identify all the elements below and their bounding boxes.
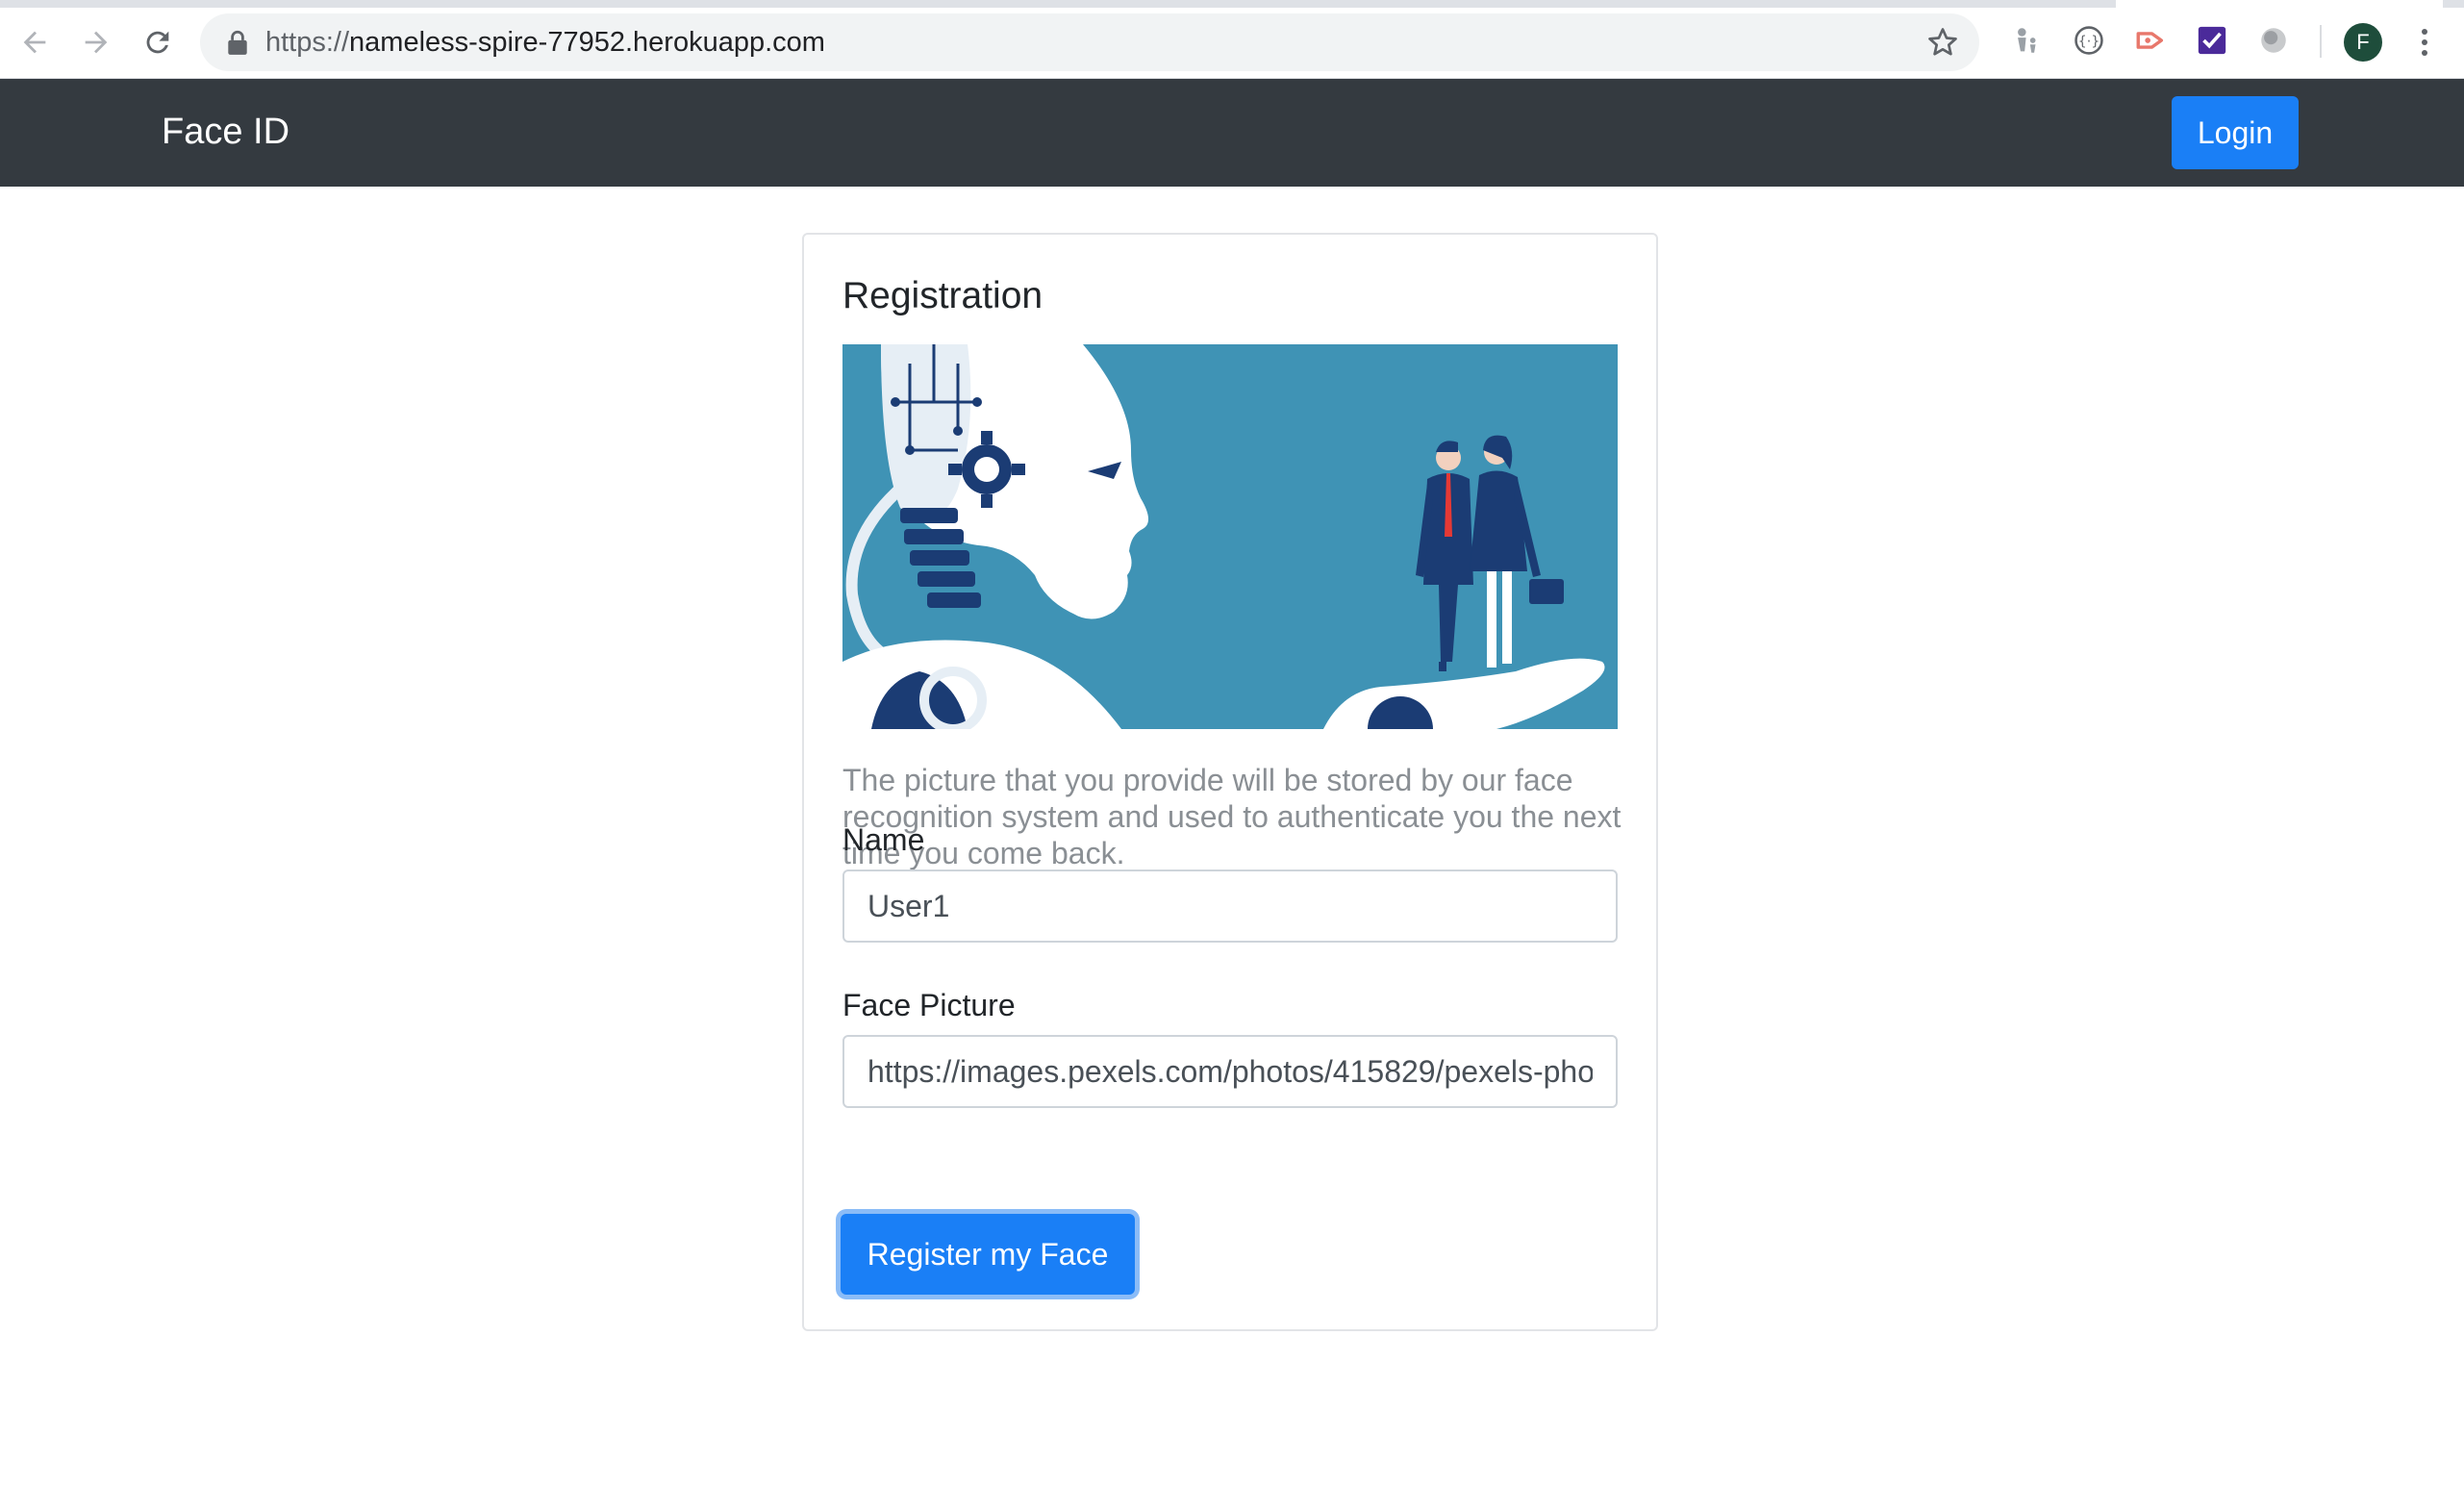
app-navbar: Face ID Login [0,79,2464,187]
robot-and-people-illustration [842,344,1618,729]
card-title: Registration [842,275,1043,316]
hero-illustration [842,344,1618,729]
active-tab[interactable] [2116,0,2443,8]
back-button[interactable] [13,21,56,63]
name-label: Name [842,822,925,857]
registration-description: The picture that you provide will be sto… [842,763,1622,870]
face-picture-url-input[interactable] [842,1035,1618,1108]
kebab-menu-icon[interactable] [2410,23,2439,62]
face-picture-label: Face Picture [842,988,1016,1022]
extension-cast-icon[interactable] [2133,23,2168,58]
register-face-button[interactable]: Register my Face [841,1214,1135,1295]
forward-button[interactable] [75,21,117,63]
extension-circle-icon[interactable] [2256,23,2291,58]
url-text[interactable]: https://nameless-spire-77952.herokuapp.c… [265,27,825,58]
profile-avatar[interactable]: F [2344,23,2382,62]
extension-braces-icon[interactable]: {·} [2072,23,2106,58]
url-scheme: https:// [265,27,350,58]
toolbar-divider [2320,25,2322,58]
extension-checkbox-icon[interactable] [2195,23,2229,58]
tab-strip [0,0,2464,8]
arrow-left-icon [23,31,46,54]
reload-icon [146,31,169,54]
login-button[interactable]: Login [2172,96,2299,169]
brand-title[interactable]: Face ID [162,110,289,154]
arrow-right-icon [85,31,108,54]
svg-text:{·}: {·} [2078,35,2100,50]
lock-icon [228,30,247,55]
star-icon[interactable] [1925,25,1960,60]
reload-button[interactable] [137,21,179,63]
address-bar[interactable]: https://nameless-spire-77952.herokuapp.c… [200,13,1979,71]
extension-figure-icon[interactable] [2010,23,2045,58]
registration-card: Registration The picture that you provid… [802,233,1658,1331]
browser-toolbar: https://nameless-spire-77952.herokuapp.c… [0,0,2464,79]
url-host: nameless-spire-77952.herokuapp.com [349,27,825,58]
name-input[interactable] [842,870,1618,943]
